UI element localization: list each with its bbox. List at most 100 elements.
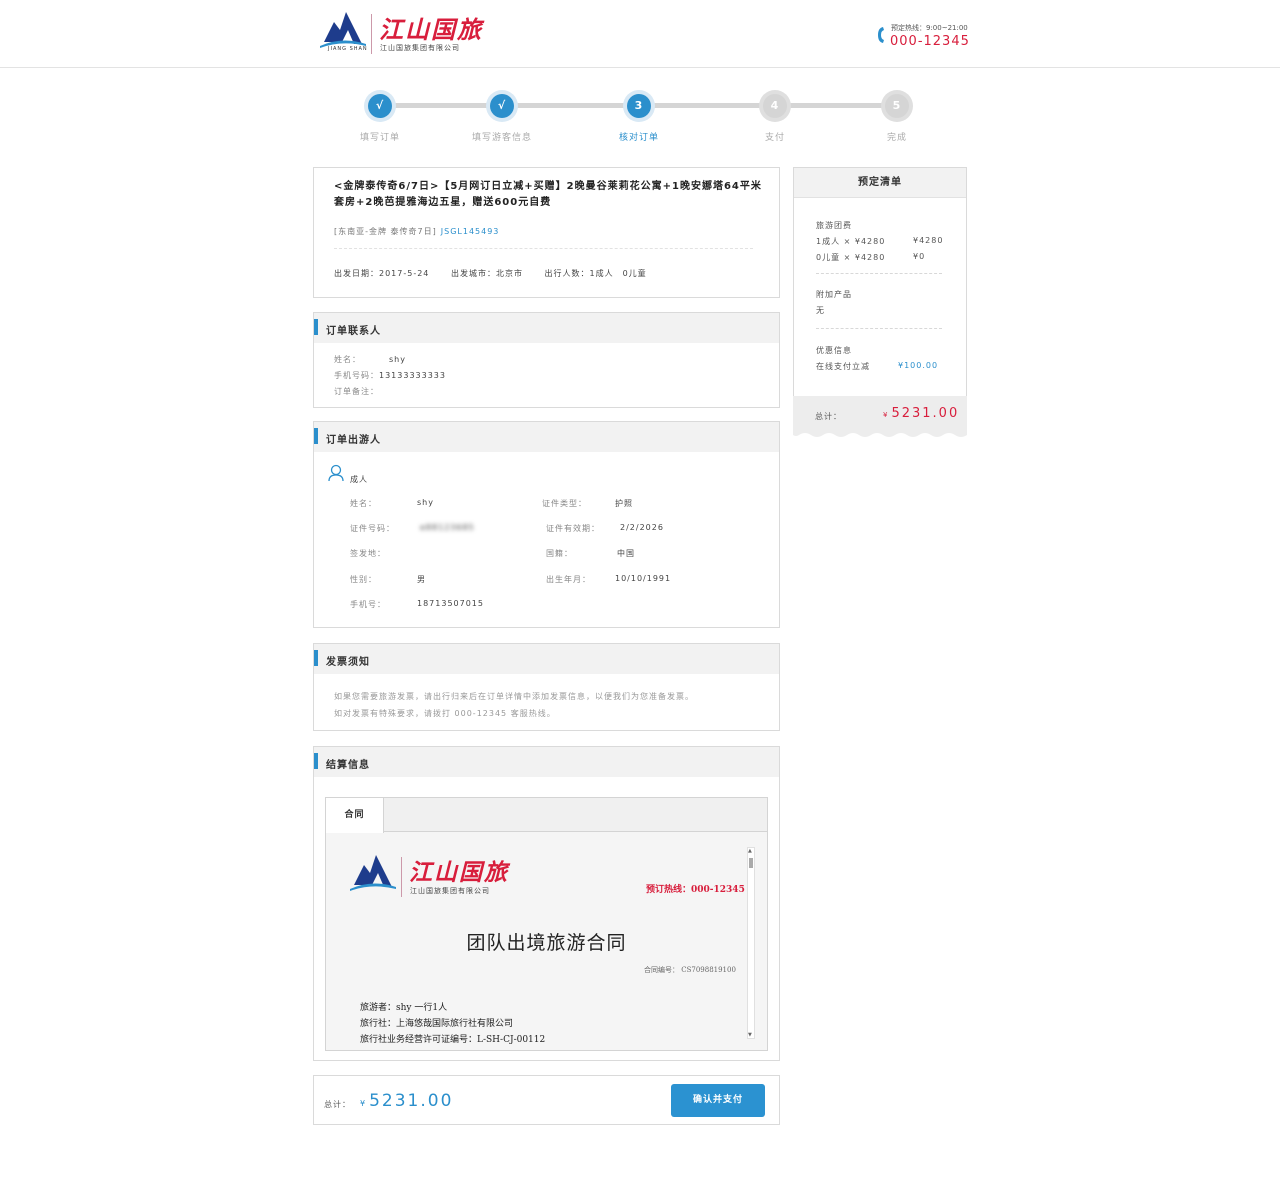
step-ring: √ xyxy=(364,90,396,122)
contract-logo: 江山国旅 江山国旅集团有限公司 xyxy=(348,851,528,901)
field-label: 订单备注： xyxy=(334,387,379,396)
field-label: 证件有效期： xyxy=(546,524,600,533)
nationality-row: 国籍： xyxy=(546,548,573,559)
gender-row: 性别： xyxy=(350,574,377,585)
addon-value: 无 xyxy=(816,306,825,315)
brand-logo[interactable]: JIANG SHAN 江山国旅 江山国旅集团有限公司 xyxy=(318,8,488,58)
scroll-up-icon[interactable]: ▲ xyxy=(748,848,753,854)
contract-document[interactable]: 江山国旅 江山国旅集团有限公司 预订热线：000-12345 团队出境旅游合同 … xyxy=(326,833,767,1050)
field-label: 手机号： xyxy=(350,600,386,609)
invoice-line: 如果您需要旅游发票，请出行归来后在订单详情中添加发票信息，以便我们为您准备发票。 xyxy=(334,692,694,701)
divider xyxy=(816,273,942,274)
accent-bar xyxy=(314,319,318,335)
expiry: 2/2/2026 xyxy=(620,523,664,532)
total-bar: 总计： ¥5231.00 确认并支付 xyxy=(313,1075,780,1125)
step-payment: 4 支付 xyxy=(725,90,825,143)
travelers-panel: 订单出游人 成人 姓名： shy 证件类型： 护照 证件号码： e8812368… xyxy=(313,421,780,628)
settlement-panel: 结算信息 合同 江山国旅 江山国旅集团有限公司 预订热线：000-12345 团… xyxy=(313,746,780,1061)
divider xyxy=(334,248,753,249)
contact-phone: 13133333333 xyxy=(379,371,446,380)
doc-no: e88123685 xyxy=(420,523,475,532)
traveler-name-row: 姓名： xyxy=(350,498,377,509)
mobile: 18713507015 xyxy=(417,599,484,608)
group-fee-label: 旅游团费 xyxy=(816,221,852,230)
receipt-total: 总计： ¥5231.00 xyxy=(793,396,967,432)
field-label: 性别： xyxy=(350,575,377,584)
discount-item: 在线支付立减 xyxy=(816,362,870,371)
tab-contract[interactable]: 合同 xyxy=(326,798,384,833)
receipt-title: 预定清单 xyxy=(794,168,966,198)
scroll-thumb[interactable] xyxy=(749,858,753,868)
issue-place-row: 签发地： xyxy=(350,548,386,559)
trip-info-row: 出发日期：2017-5-24 出发城市：北京市 出行人数：1成人 0儿童 xyxy=(334,268,665,279)
trip-summary-panel: <金牌泰传奇6/7日>【5月网订日立减+买赠】2晚曼谷莱莉花公寓+1晚安娜塔64… xyxy=(313,167,780,298)
panel-title: 结算信息 xyxy=(326,760,370,771)
receipt-total-amount: ¥5231.00 xyxy=(883,406,959,421)
contact-phone-row: 手机号码：13133333333 xyxy=(334,370,446,381)
trip-code[interactable]: JSGL145493 xyxy=(441,227,500,236)
step-label: 填写订单 xyxy=(359,133,400,143)
step-label: 填写游客信息 xyxy=(471,133,532,143)
panel-title: 订单联系人 xyxy=(326,326,381,337)
accent-bar xyxy=(314,428,318,444)
logo-divider xyxy=(371,14,372,54)
receipt-torn-edge xyxy=(793,431,967,437)
receipt-total-label: 总计： xyxy=(815,412,842,421)
adult-total: ¥4280 xyxy=(913,236,944,245)
birth: 10/10/1991 xyxy=(615,574,672,583)
child-line: 0儿童 × ¥4280 xyxy=(816,253,886,262)
currency-symbol: ¥ xyxy=(360,1099,368,1108)
contact-panel: 订单联系人 姓名： shy 手机号码：13133333333 订单备注： xyxy=(313,312,780,408)
step-label: 核对订单 xyxy=(618,133,659,143)
total-value: 5231.00 xyxy=(369,1091,454,1111)
expiry-row: 证件有效期： xyxy=(546,523,600,534)
hotline-label: 预定热线：9:00~21:00 xyxy=(891,24,968,32)
total-amount: ¥5231.00 xyxy=(360,1091,453,1111)
panel-header: 发票须知 xyxy=(314,644,779,674)
invoice-notice: 如果您需要旅游发票，请出行归来后在订单详情中添加发票信息，以便我们为您准备发票。… xyxy=(334,688,694,722)
confirm-pay-button[interactable]: 确认并支付 xyxy=(671,1084,765,1117)
depart-date: 出发日期：2017-5-24 xyxy=(334,269,430,278)
field-label: 签发地： xyxy=(350,549,386,558)
birth-row: 出生年月： xyxy=(546,574,591,585)
doc-type-row: 证件类型： xyxy=(542,498,587,509)
mobile-row: 手机号： xyxy=(350,599,386,610)
contract-title: 团队出境旅游合同 xyxy=(466,932,627,954)
contract-viewer: 合同 江山国旅 江山国旅集团有限公司 预订热线：000-12345 团队出境旅游… xyxy=(325,797,768,1051)
step-ring: 3 xyxy=(623,90,655,122)
logo-small-text: JIANG SHAN xyxy=(328,46,368,52)
progress-steps: √ 填写订单 √ 填写游客信息 3 核对订单 4 支付 5 完成 xyxy=(300,85,980,155)
mountain-logo-icon xyxy=(350,855,396,891)
step-ring: √ xyxy=(486,90,518,122)
contract-line: 旅游者：shy 一行1人 xyxy=(360,1003,448,1013)
step-number: 5 xyxy=(885,94,909,118)
scroll-down-icon[interactable]: ▼ xyxy=(748,1032,753,1038)
tab-bar: 合同 xyxy=(326,798,767,833)
contract-line: 旅行社业务经营许可证编号：L-SH-CJ-00112 xyxy=(360,1035,546,1045)
check-icon: √ xyxy=(490,94,514,118)
depart-city: 出发城市：北京市 xyxy=(450,269,523,278)
hotline-number[interactable]: 000-12345 xyxy=(890,34,970,49)
doc-no-row: 证件号码： xyxy=(350,523,395,534)
child-total: ¥0 xyxy=(913,252,926,261)
field-label: 出生年月： xyxy=(546,575,591,584)
order-receipt: 预定清单 旅游团费 1成人 × ¥4280 ¥4280 0儿童 × ¥4280 … xyxy=(793,167,967,397)
phone-icon xyxy=(878,27,884,43)
traveler-name: shy xyxy=(417,498,434,507)
people-count: 出行人数：1成人 0儿童 xyxy=(544,269,647,278)
step-review-order: 3 核对订单 xyxy=(589,90,689,143)
addon-label: 附加产品 xyxy=(816,290,852,299)
step-number: 4 xyxy=(763,94,787,118)
trip-title: <金牌泰传奇6/7日>【5月网订日立减+买赠】2晚曼谷莱莉花公寓+1晚安娜塔64… xyxy=(334,181,762,208)
contact-note-row: 订单备注： xyxy=(334,386,379,397)
panel-title: 发票须知 xyxy=(326,657,370,668)
trip-category-row: [东南亚-金牌 泰传奇7日] JSGL145493 xyxy=(334,226,499,237)
step-number: 3 xyxy=(627,94,651,118)
contract-scrollbar[interactable]: ▲ ▼ xyxy=(747,847,755,1039)
panel-header: 订单联系人 xyxy=(314,313,779,343)
contact-name-row: 姓名： shy xyxy=(334,354,406,365)
traveler-type: 成人 xyxy=(350,475,368,484)
brand-title: 江山国旅 xyxy=(379,15,483,44)
step-ring: 5 xyxy=(881,90,913,122)
contract-line: 旅行社：上海悠哉国际旅行社有限公司 xyxy=(360,1019,514,1029)
